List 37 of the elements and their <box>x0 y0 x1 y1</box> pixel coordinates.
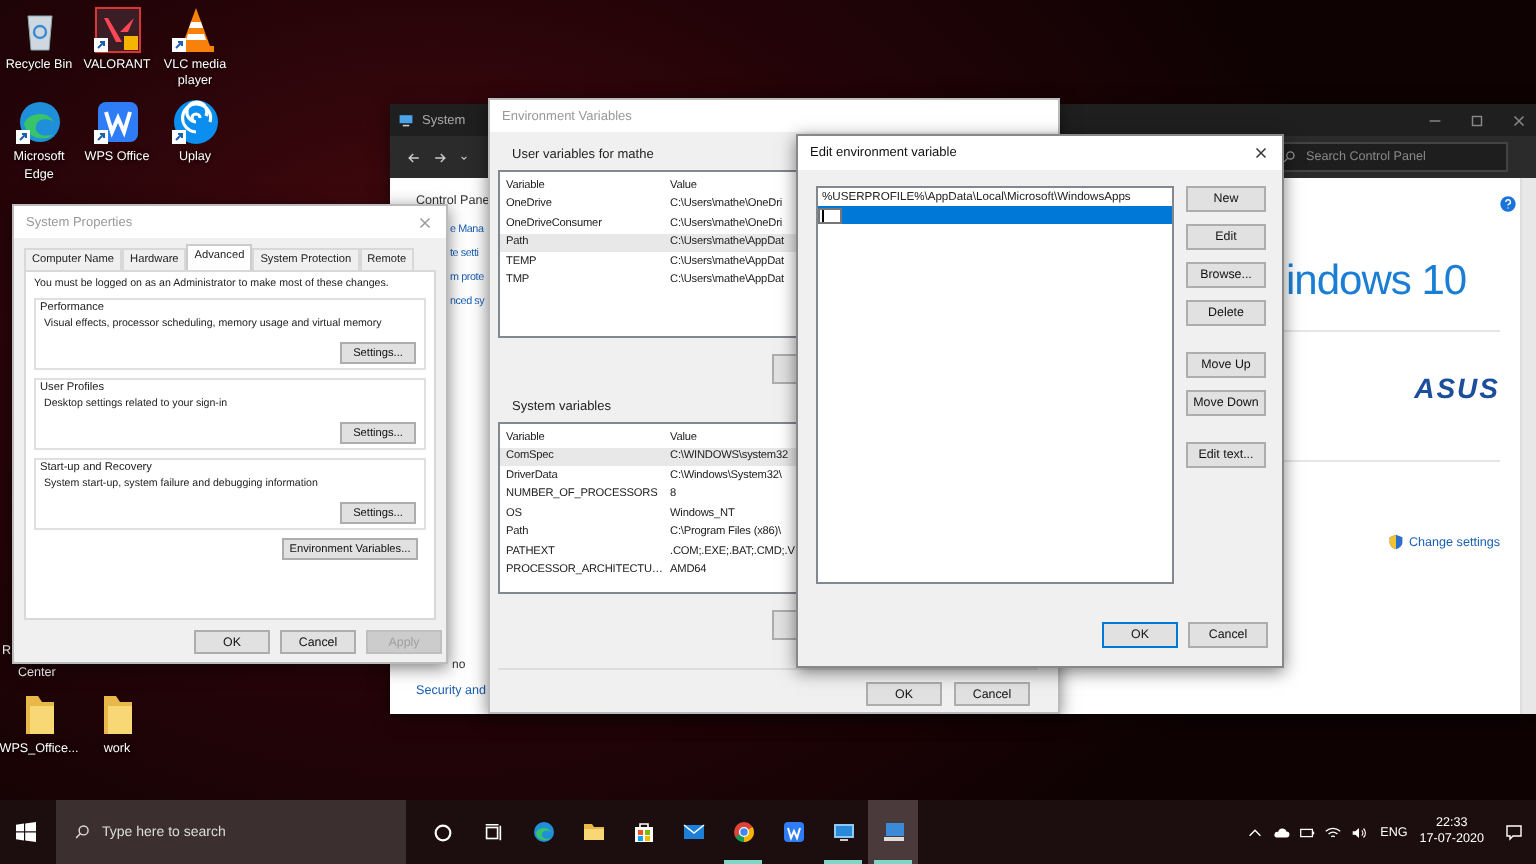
search-icon <box>1282 150 1296 164</box>
search-icon <box>74 824 90 840</box>
wifi-icon[interactable] <box>1324 823 1343 841</box>
wave-logo-icon <box>531 820 555 844</box>
monitor-icon <box>831 820 855 844</box>
task-view-icon[interactable] <box>482 821 504 843</box>
computer-icon <box>398 112 414 128</box>
mail-icon <box>681 820 705 844</box>
forward-arrow-icon[interactable] <box>432 149 448 165</box>
shield-icon <box>1388 534 1405 550</box>
close-icon[interactable] <box>1252 144 1270 162</box>
spiral-logo-icon[interactable] <box>171 98 219 147</box>
cloud-icon[interactable] <box>1272 823 1291 841</box>
caret-icon[interactable] <box>458 151 470 163</box>
help-icon[interactable] <box>1500 196 1516 212</box>
circle-logo-icon <box>731 820 755 844</box>
traffic-cone-icon[interactable] <box>171 6 219 54</box>
brand-logo: ASUS <box>1414 372 1500 404</box>
list-item[interactable] <box>818 206 1172 224</box>
computer-icon <box>881 820 905 844</box>
battery-icon[interactable] <box>1298 823 1317 841</box>
taskbar-button[interactable] <box>868 800 918 864</box>
w-logo-icon[interactable] <box>93 98 141 147</box>
w-logo-icon <box>781 820 805 844</box>
volume-icon[interactable] <box>1350 823 1369 841</box>
start-icon[interactable] <box>16 822 36 842</box>
notification-icon[interactable] <box>1504 822 1524 842</box>
circle-icon[interactable] <box>432 821 454 843</box>
wave-logo-icon[interactable] <box>15 98 63 147</box>
folder-icon <box>581 820 605 844</box>
shopping-bag-icon <box>631 820 655 844</box>
back-arrow-icon[interactable] <box>406 149 422 165</box>
scrollbar[interactable] <box>1520 178 1536 714</box>
maximize-icon[interactable] <box>1468 111 1486 129</box>
input-field[interactable] <box>818 207 842 223</box>
v-logo-icon[interactable] <box>93 6 141 54</box>
windows-logo-text: indows 10 <box>1286 258 1469 306</box>
